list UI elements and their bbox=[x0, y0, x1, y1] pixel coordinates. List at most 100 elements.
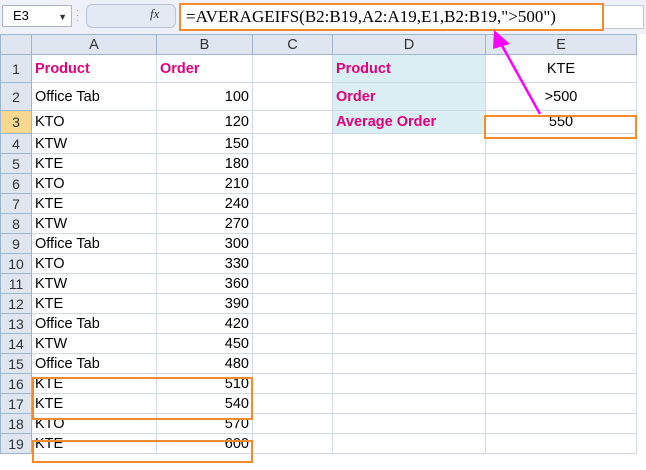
row-header[interactable]: 18 bbox=[0, 413, 32, 434]
formula-input[interactable]: =AVERAGEIFS(B2:B19,A2:A19,E1,B2:B19,">50… bbox=[179, 3, 604, 31]
cell-c[interactable] bbox=[252, 353, 333, 374]
cell-b[interactable]: 240 bbox=[156, 193, 253, 214]
cell-e[interactable] bbox=[485, 333, 637, 354]
cell-a[interactable]: KTW bbox=[31, 333, 157, 354]
cell-c[interactable] bbox=[252, 333, 333, 354]
row-header[interactable]: 19 bbox=[0, 433, 32, 454]
cell-b[interactable]: 480 bbox=[156, 353, 253, 374]
row-header[interactable]: 7 bbox=[0, 193, 32, 214]
column-header-b[interactable]: B bbox=[156, 34, 253, 55]
cell-b[interactable]: 540 bbox=[156, 393, 253, 414]
cell-a[interactable]: KTE bbox=[31, 433, 157, 454]
cell-e[interactable] bbox=[485, 273, 637, 294]
cell-e[interactable] bbox=[485, 353, 637, 374]
cell-a[interactable]: KTE bbox=[31, 393, 157, 414]
cell-e[interactable]: >500 bbox=[485, 82, 637, 111]
row-header[interactable]: 13 bbox=[0, 313, 32, 334]
cell-d[interactable] bbox=[332, 253, 486, 274]
cell-d[interactable] bbox=[332, 413, 486, 434]
cell-d[interactable] bbox=[332, 233, 486, 254]
cell-d[interactable] bbox=[332, 293, 486, 314]
row-header[interactable]: 11 bbox=[0, 273, 32, 294]
cell-a[interactable]: Product bbox=[31, 54, 157, 83]
cell-e[interactable] bbox=[485, 193, 637, 214]
cell-a[interactable]: KTO bbox=[31, 253, 157, 274]
cell-e[interactable] bbox=[485, 133, 637, 154]
row-header[interactable]: 12 bbox=[0, 293, 32, 314]
cell-d[interactable] bbox=[332, 193, 486, 214]
cell-e[interactable]: 550 bbox=[485, 110, 637, 134]
cell-b[interactable]: 330 bbox=[156, 253, 253, 274]
cell-c[interactable] bbox=[252, 82, 333, 111]
cell-d[interactable] bbox=[332, 173, 486, 194]
row-header[interactable]: 6 bbox=[0, 173, 32, 194]
cell-a[interactable]: KTO bbox=[31, 110, 157, 134]
cell-d[interactable] bbox=[332, 373, 486, 394]
cell-c[interactable] bbox=[252, 413, 333, 434]
cell-b[interactable]: 420 bbox=[156, 313, 253, 334]
name-box[interactable]: E3 ▼ bbox=[2, 5, 72, 27]
cell-a[interactable]: Office Tab bbox=[31, 82, 157, 111]
cell-e[interactable] bbox=[485, 413, 637, 434]
cell-e[interactable]: KTE bbox=[485, 54, 637, 83]
cell-a[interactable]: Office Tab bbox=[31, 353, 157, 374]
cell-a[interactable]: Office Tab bbox=[31, 313, 157, 334]
cell-a[interactable]: KTE bbox=[31, 193, 157, 214]
cell-d[interactable] bbox=[332, 433, 486, 454]
row-header[interactable]: 16 bbox=[0, 373, 32, 394]
cell-e[interactable] bbox=[485, 313, 637, 334]
cell-c[interactable] bbox=[252, 253, 333, 274]
cell-a[interactable]: KTE bbox=[31, 153, 157, 174]
select-all-corner[interactable] bbox=[0, 34, 32, 55]
cell-c[interactable] bbox=[252, 313, 333, 334]
cell-b[interactable]: 100 bbox=[156, 82, 253, 111]
row-header[interactable]: 10 bbox=[0, 253, 32, 274]
cell-d[interactable] bbox=[332, 213, 486, 234]
cell-d[interactable]: Order bbox=[332, 82, 486, 111]
row-header[interactable]: 3 bbox=[0, 110, 32, 134]
row-header[interactable]: 2 bbox=[0, 82, 32, 111]
cell-e[interactable] bbox=[485, 233, 637, 254]
cell-b[interactable]: 390 bbox=[156, 293, 253, 314]
cell-c[interactable] bbox=[252, 273, 333, 294]
column-header-d[interactable]: D bbox=[332, 34, 486, 55]
cell-d[interactable] bbox=[332, 273, 486, 294]
cell-c[interactable] bbox=[252, 233, 333, 254]
cell-b[interactable]: 360 bbox=[156, 273, 253, 294]
cell-b[interactable]: 150 bbox=[156, 133, 253, 154]
cell-a[interactable]: Office Tab bbox=[31, 233, 157, 254]
cell-b[interactable]: 600 bbox=[156, 433, 253, 454]
cell-b[interactable]: 510 bbox=[156, 373, 253, 394]
cell-c[interactable] bbox=[252, 54, 333, 83]
cell-e[interactable] bbox=[485, 173, 637, 194]
cell-b[interactable]: 120 bbox=[156, 110, 253, 134]
cell-c[interactable] bbox=[252, 433, 333, 454]
cell-c[interactable] bbox=[252, 373, 333, 394]
cell-c[interactable] bbox=[252, 293, 333, 314]
cell-a[interactable]: KTE bbox=[31, 373, 157, 394]
cell-c[interactable] bbox=[252, 173, 333, 194]
cell-a[interactable]: KTE bbox=[31, 293, 157, 314]
cell-d[interactable] bbox=[332, 353, 486, 374]
cell-c[interactable] bbox=[252, 393, 333, 414]
cell-c[interactable] bbox=[252, 110, 333, 134]
cell-e[interactable] bbox=[485, 253, 637, 274]
row-header[interactable]: 5 bbox=[0, 153, 32, 174]
column-header-e[interactable]: E bbox=[485, 34, 637, 55]
row-header[interactable]: 4 bbox=[0, 133, 32, 154]
cell-e[interactable] bbox=[485, 433, 637, 454]
insert-function-icon[interactable]: fx bbox=[150, 6, 159, 22]
chevron-down-icon[interactable]: ▼ bbox=[58, 7, 67, 27]
row-header[interactable]: 17 bbox=[0, 393, 32, 414]
splitter-handle-icon[interactable]: · · · bbox=[76, 6, 84, 26]
cell-d[interactable]: Average Order bbox=[332, 110, 486, 134]
formula-bar-expand[interactable] bbox=[604, 5, 644, 29]
cell-e[interactable] bbox=[485, 293, 637, 314]
cell-d[interactable] bbox=[332, 333, 486, 354]
cell-e[interactable] bbox=[485, 373, 637, 394]
cell-a[interactable]: KTW bbox=[31, 273, 157, 294]
cell-a[interactable]: KTO bbox=[31, 173, 157, 194]
cell-a[interactable]: KTW bbox=[31, 213, 157, 234]
cell-e[interactable] bbox=[485, 213, 637, 234]
cell-d[interactable] bbox=[332, 153, 486, 174]
